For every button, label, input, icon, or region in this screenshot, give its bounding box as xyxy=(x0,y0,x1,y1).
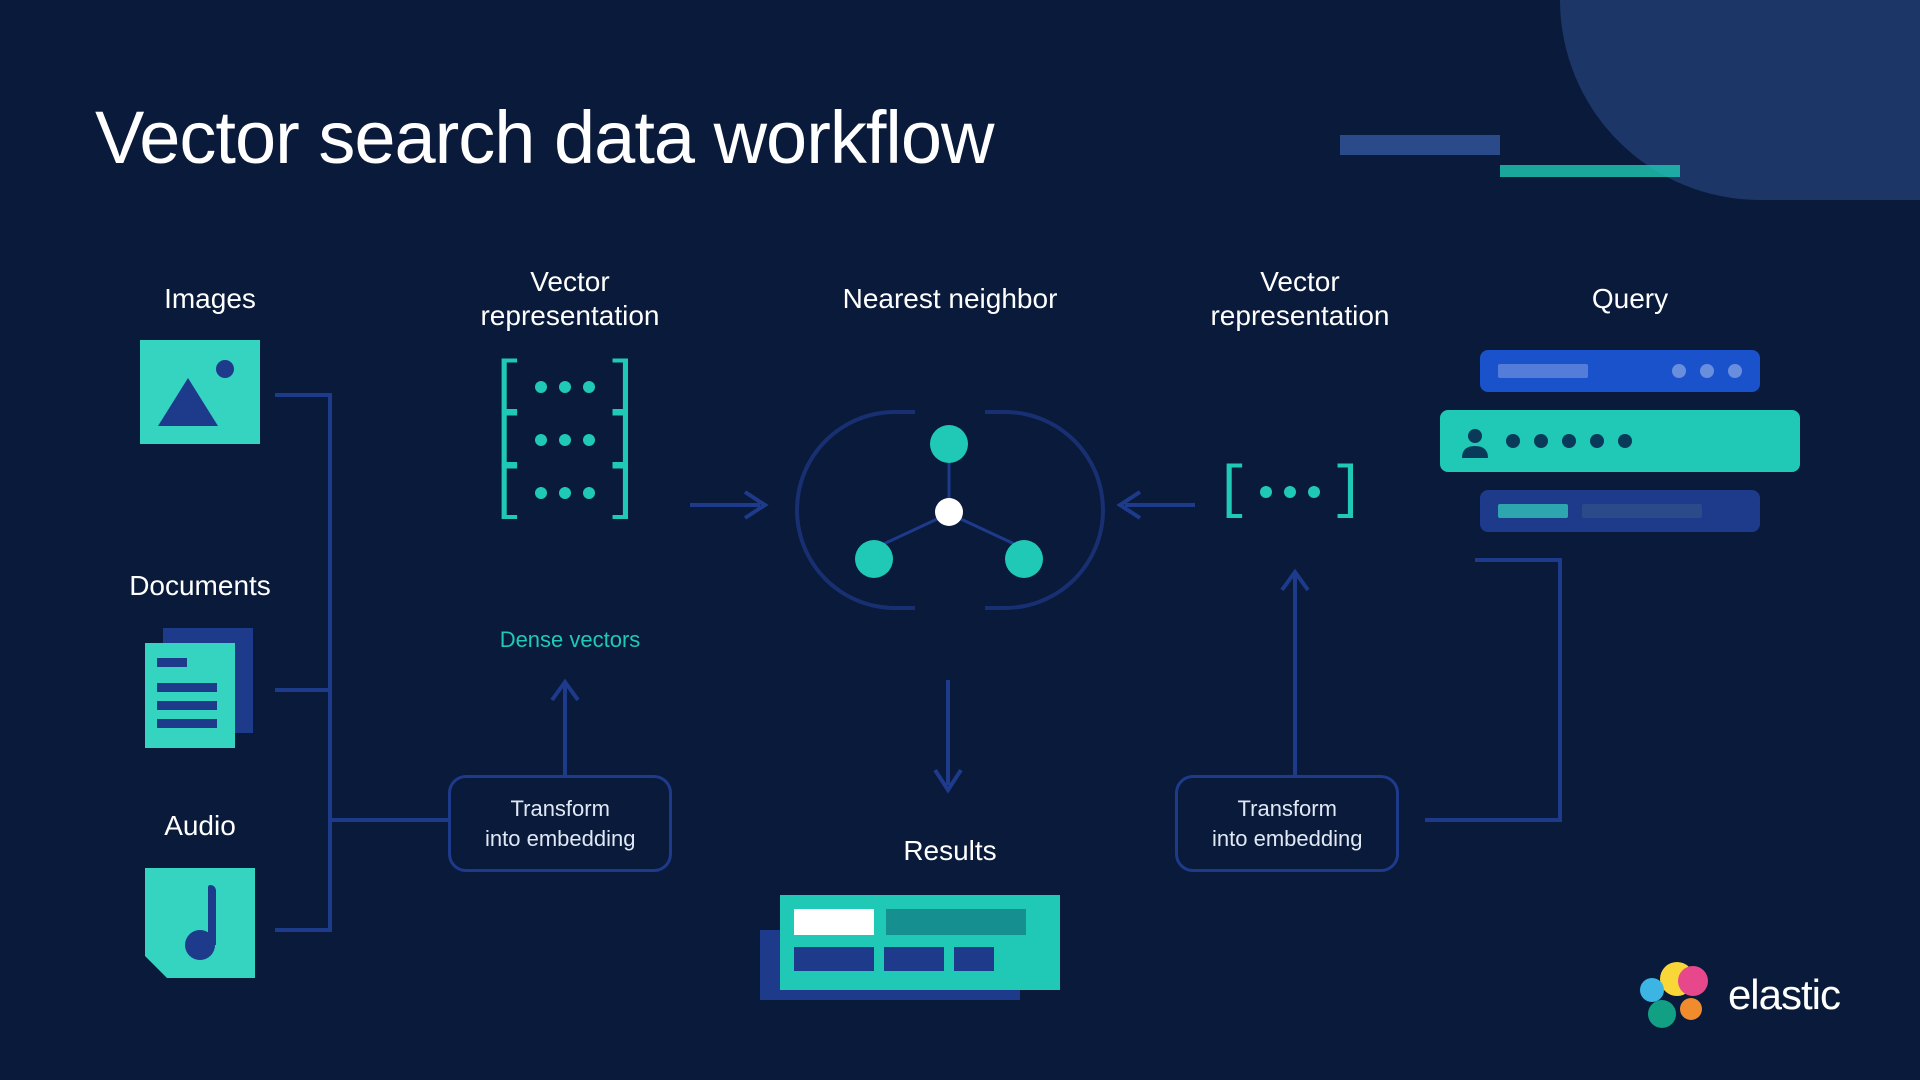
elastic-logo-icon xyxy=(1638,960,1708,1030)
label-images: Images xyxy=(120,283,300,315)
label-query: Query xyxy=(1500,283,1760,315)
corner-accent-bar xyxy=(1500,165,1680,177)
label-dense-vectors: Dense vectors xyxy=(430,627,710,653)
page-title: Vector search data workflow xyxy=(95,95,993,180)
label-vector-representation-left: Vector representation xyxy=(420,265,720,332)
transform-embedding-box-right: Transform into embedding xyxy=(1175,775,1399,872)
label-vector-representation-right: Vector representation xyxy=(1150,265,1450,332)
query-cards-icon xyxy=(1480,350,1800,550)
label-documents: Documents xyxy=(100,570,300,602)
corner-accent-bar xyxy=(1340,135,1500,155)
nearest-neighbor-icon xyxy=(770,390,1130,650)
elastic-logo: elastic xyxy=(1638,960,1840,1030)
image-icon xyxy=(140,340,260,444)
dense-vector-icon: [] [] [] xyxy=(490,370,640,528)
label-results: Results xyxy=(820,835,1080,867)
transform-embedding-box-left: Transform into embedding xyxy=(448,775,672,872)
query-vector-icon: [] xyxy=(1215,475,1365,528)
document-icon xyxy=(145,628,253,748)
music-note-icon xyxy=(170,885,230,965)
label-audio: Audio xyxy=(120,810,280,842)
label-nearest-neighbor: Nearest neighbor xyxy=(760,283,1140,315)
results-cards-icon xyxy=(780,895,1060,990)
elastic-logo-text: elastic xyxy=(1728,971,1840,1019)
